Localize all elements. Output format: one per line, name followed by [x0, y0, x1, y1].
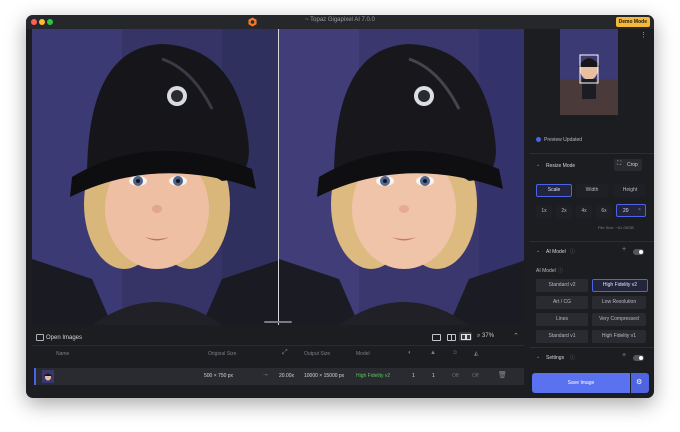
app-window: ~ Topaz Gigapixel AI 7.0.0 Demo Mode Ope… — [26, 15, 654, 398]
model-lines[interactable]: Lines — [536, 313, 588, 326]
table-row[interactable]: 500 × 750 px → 20.00x 10000 × 15000 px H… — [34, 368, 524, 385]
column-model[interactable]: Model — [356, 351, 370, 357]
chevron-down-icon[interactable]: ⌄ — [536, 162, 540, 168]
plus-icon[interactable]: + — [622, 352, 626, 359]
row-denoise-value: 1 — [412, 373, 415, 379]
file-size-estimate: File Size: ~61.09GB — [598, 225, 634, 230]
face-column-icon: ☺ — [452, 350, 459, 356]
comparison-viewer[interactable] — [32, 29, 524, 325]
export-settings-button[interactable]: ⚙ — [631, 373, 649, 393]
image-icon — [36, 333, 44, 341]
settings-title: Settings — [546, 355, 565, 361]
ai-model-label: AI Model — [536, 268, 556, 274]
status-indicator-icon — [536, 137, 541, 142]
info-icon[interactable]: ⓘ — [558, 267, 563, 274]
column-name[interactable]: Name — [56, 351, 69, 357]
column-output-size[interactable]: Output Size — [304, 351, 330, 357]
denoise-column-icon: ◐ — [408, 350, 412, 356]
open-images-button[interactable]: Open Images — [36, 333, 82, 343]
custom-scale-input[interactable]: 20 × — [616, 204, 646, 217]
scale-6x[interactable]: 6x — [596, 205, 612, 218]
settings-sidebar: ⋮ Preview Updated ⌄ Resize Mode ⛶ Crop S… — [530, 29, 654, 398]
zoom-control[interactable]: ⌕ 37% — [477, 333, 494, 340]
export-settings-icon: ⚙ — [636, 379, 643, 386]
image-queue-panel: Open Images ⌕ 37% ⌃ Name Original Size ⤢… — [32, 329, 524, 398]
demo-mode-badge[interactable]: Demo Mode — [615, 17, 650, 27]
more-options-icon[interactable]: ⋮ — [640, 31, 647, 39]
resize-mode-width[interactable]: Width — [576, 184, 608, 197]
title-bar: ~ Topaz Gigapixel AI 7.0.0 Demo Mode — [26, 15, 654, 29]
plus-icon[interactable]: + — [622, 246, 626, 253]
model-high-fidelity-v2[interactable]: High Fidelity v2 — [592, 279, 648, 292]
resize-mode-title: Resize Mode — [546, 163, 576, 169]
row-sharpen-value: 1 — [432, 373, 435, 379]
row-model: High Fidelity v2 — [356, 373, 391, 379]
sharpen-column-icon: ▲ — [430, 350, 436, 356]
scale-1x[interactable]: 1x — [536, 205, 552, 218]
info-icon[interactable]: ⓘ — [570, 248, 575, 255]
ai-model-toggle[interactable] — [633, 249, 644, 255]
window-title: ~ Topaz Gigapixel AI 7.0.0 — [305, 17, 375, 23]
row-output-size: 10000 × 15000 px — [304, 373, 345, 379]
original-preview-image — [32, 29, 278, 325]
resize-mode-section: ⌄ Resize Mode ⛶ Crop Scale Width Height … — [530, 153, 654, 250]
resize-mode-height[interactable]: Height — [614, 184, 646, 197]
save-image-button[interactable]: Save Image — [532, 373, 630, 393]
model-very-compressed[interactable]: Very Compressed — [592, 313, 646, 326]
row-adjust-value: Off — [472, 373, 479, 379]
chevron-down-icon[interactable]: ⌄ — [536, 354, 540, 360]
ai-model-section: ⌄ AI Model ⓘ + AI Model ⓘ Standard v2 Hi… — [530, 241, 654, 352]
model-standard-v1[interactable]: Standard v1 — [536, 330, 588, 343]
model-high-fidelity-v1[interactable]: High Fidelity v1 — [592, 330, 646, 343]
row-thumbnail — [42, 370, 54, 383]
model-standard-v2[interactable]: Standard v2 — [536, 279, 588, 292]
settings-toggle[interactable] — [633, 355, 644, 361]
expand-arrows-icon: ⤢ — [282, 349, 288, 356]
info-icon[interactable]: ⓘ — [570, 354, 575, 361]
scale-4x[interactable]: 4x — [576, 205, 592, 218]
x-suffix: × — [638, 207, 641, 213]
zoom-icon: ⌕ — [477, 333, 481, 339]
settings-section: ⌄ Settings ⓘ + — [530, 347, 654, 368]
navigator-thumbnail[interactable] — [560, 29, 618, 115]
trash-icon[interactable]: 🗑 — [498, 371, 507, 379]
crop-button[interactable]: ⛶ Crop — [614, 159, 642, 171]
resize-mode-scale[interactable]: Scale — [536, 184, 572, 197]
row-original-size: 500 × 750 px — [204, 373, 234, 379]
model-low-resolution[interactable]: Low Resolution — [592, 296, 646, 309]
row-scale: 20.00x — [279, 373, 295, 379]
arrow-right-icon: → — [262, 371, 269, 378]
scale-2x[interactable]: 2x — [556, 205, 572, 218]
comparison-split-handle[interactable] — [278, 29, 279, 325]
collapse-panel-icon[interactable]: ⌃ — [513, 332, 519, 340]
chevron-down-icon[interactable]: ⌄ — [536, 248, 540, 254]
single-view-icon[interactable] — [432, 334, 441, 341]
preview-status: Preview Updated — [544, 137, 583, 143]
upscaled-preview-image — [279, 29, 524, 325]
row-face-value: Off — [452, 373, 459, 379]
scroll-handle[interactable] — [264, 321, 292, 323]
adjust-column-icon: ◭ — [474, 351, 479, 357]
crop-icon: ⛶ — [617, 161, 622, 167]
split-view-icon[interactable] — [447, 334, 456, 341]
model-art-cg[interactable]: Art / CG — [536, 296, 588, 309]
column-original-size[interactable]: Original Size — [208, 351, 236, 357]
side-by-side-view-icon[interactable] — [459, 332, 472, 341]
ai-model-title: AI Model — [546, 249, 566, 255]
